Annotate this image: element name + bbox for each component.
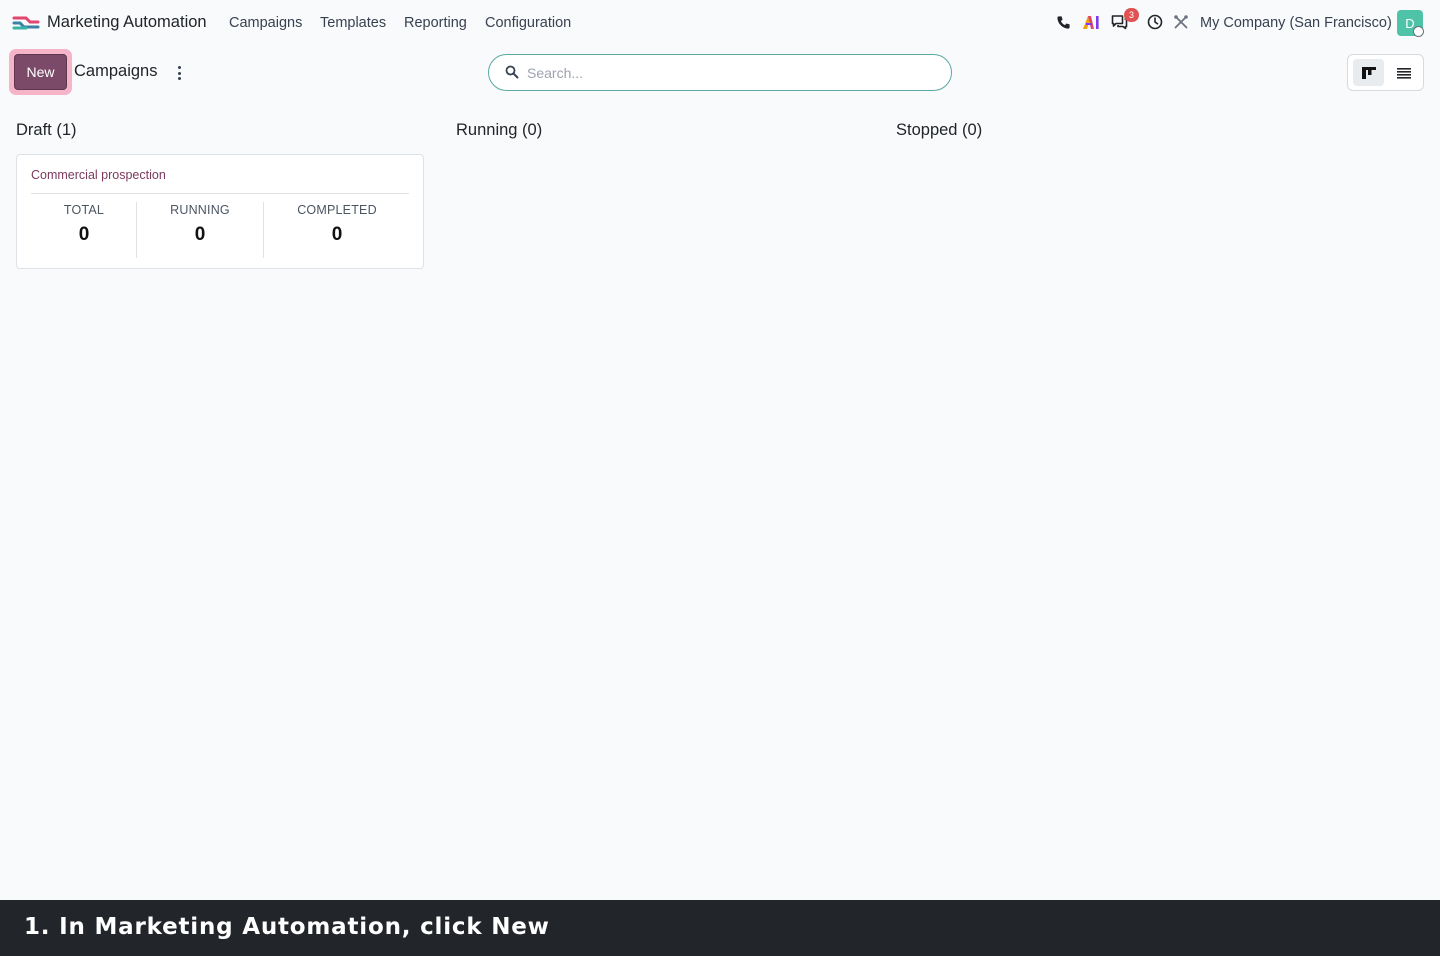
column-header-running[interactable]: Running (0) (456, 121, 542, 140)
stat-separator (136, 202, 137, 258)
stat-separator (263, 202, 264, 258)
stat-running: RUNNING 0 (153, 203, 247, 246)
stat-label: TOTAL (63, 203, 105, 217)
column-header-draft[interactable]: Draft (1) (16, 121, 77, 140)
menu-reporting[interactable]: Reporting (404, 15, 467, 31)
breadcrumb: Campaigns (74, 62, 158, 80)
campaign-card[interactable]: Commercial prospection TOTAL 0 RUNNING 0… (16, 154, 424, 269)
company-switcher[interactable]: My Company (San Francisco) (1200, 15, 1392, 31)
card-divider (31, 193, 409, 194)
instruction-text: 1. In Marketing Automation, click New (24, 914, 550, 940)
menu-campaigns[interactable]: Campaigns (229, 15, 302, 31)
stat-completed: COMPLETED 0 (281, 203, 393, 246)
presence-status-icon (1413, 26, 1424, 37)
tools-icon[interactable] (1172, 13, 1190, 31)
stat-value: 0 (331, 224, 343, 245)
stat-total: TOTAL 0 (49, 203, 119, 246)
stat-label: RUNNING (170, 203, 230, 217)
ai-icon[interactable] (1082, 13, 1100, 31)
menu-configuration[interactable]: Configuration (485, 15, 571, 31)
new-button[interactable]: New (14, 54, 67, 90)
stat-label: COMPLETED (297, 203, 377, 217)
messages-count-badge: 3 (1124, 8, 1139, 22)
marketing-automation-logo-icon[interactable] (12, 12, 40, 34)
search-input[interactable] (527, 63, 937, 83)
search-icon (505, 65, 519, 79)
app-name[interactable]: Marketing Automation (47, 13, 207, 32)
actions-menu-icon[interactable] (172, 64, 186, 82)
phone-icon[interactable] (1054, 13, 1072, 31)
kanban-view-button[interactable] (1353, 59, 1384, 86)
stat-value: 0 (194, 224, 206, 245)
list-view-button[interactable] (1388, 59, 1419, 86)
search-bar[interactable] (488, 54, 952, 91)
top-navbar: Marketing Automation Campaigns Templates… (0, 0, 1440, 46)
view-switcher (1347, 54, 1424, 91)
clock-icon[interactable] (1146, 13, 1164, 31)
column-header-stopped[interactable]: Stopped (0) (896, 121, 982, 140)
list-icon (1396, 67, 1411, 79)
menu-templates[interactable]: Templates (320, 15, 386, 31)
campaign-title: Commercial prospection (31, 168, 166, 182)
stat-value: 0 (78, 224, 90, 245)
instruction-bar: 1. In Marketing Automation, click New (0, 900, 1440, 956)
kanban-icon (1361, 66, 1376, 79)
